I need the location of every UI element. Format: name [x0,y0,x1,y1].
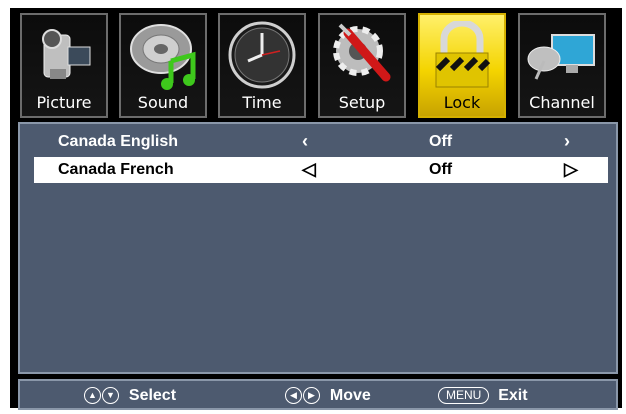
move-hint: ◀ ▶ Move [285,387,371,405]
satellite-tv-icon [527,34,595,80]
clock-icon [228,21,296,89]
select-hint: ▲ ▼ Select [84,387,176,405]
down-arrow-icon: ▼ [102,387,119,405]
setting-value: Off [429,161,453,178]
tab-picture[interactable]: Picture [20,13,108,118]
speaker-music-icon [130,24,196,90]
padlock-icon [435,21,491,88]
exit-label: Exit [498,387,528,404]
setting-value: Off [429,133,453,150]
tab-setup[interactable]: Setup [318,13,406,118]
up-arrow-icon: ▲ [84,387,101,405]
move-label: Move [329,387,371,404]
setting-label: Canada French [58,161,174,178]
gear-screwdriver-icon [333,23,391,82]
arrow-left-icon[interactable]: ‹ [302,131,308,152]
setting-label: Canada English [58,133,179,150]
menu-tabs: Picture Sound Time Setup Lock Channel [20,13,620,119]
arrow-right-icon[interactable]: ▷ [564,159,578,180]
setting-row-canada-french[interactable]: Canada French ◁ Off ▷ [34,157,608,183]
tab-sound[interactable]: Sound [119,13,207,118]
tab-channel[interactable]: Channel [518,13,606,118]
tab-label: Picture [36,93,92,112]
camcorder-icon [42,29,91,79]
tab-lock[interactable]: Lock [418,13,506,118]
arrow-left-icon[interactable]: ◁ [302,159,316,180]
help-bar: ▲ ▼ Select ◀ ▶ Move MENU Exit [18,379,618,410]
tab-label: Setup [338,93,386,112]
arrow-right-icon[interactable]: › [564,131,570,152]
select-label: Select [128,387,177,404]
tab-label: Time [242,93,282,112]
menu-key-icon: MENU [438,387,490,405]
lock-settings-panel: Canada English ‹ Off › Canada French ◁ O… [18,122,618,374]
tab-label: Sound [137,93,189,112]
right-arrow-icon: ▶ [303,387,320,405]
exit-hint: MENU Exit [438,387,528,405]
setting-row-canada-english[interactable]: Canada English ‹ Off › [34,129,608,155]
left-arrow-icon: ◀ [285,387,302,405]
tab-time[interactable]: Time [218,13,306,118]
tab-label: Lock [443,93,481,112]
tab-label: Channel [529,93,595,112]
